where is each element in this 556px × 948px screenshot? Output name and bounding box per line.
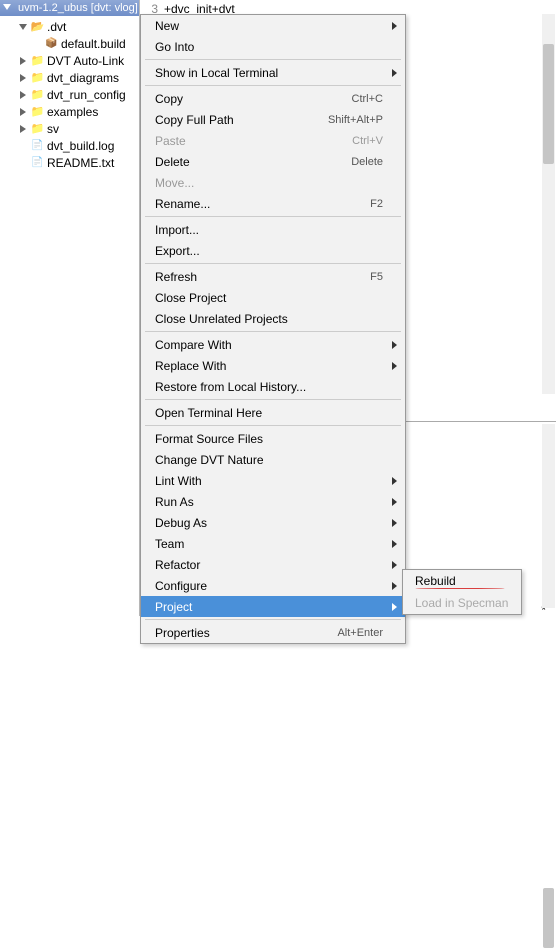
- tree-file-default-build[interactable]: default.build: [0, 35, 139, 52]
- menu-configure[interactable]: Configure: [141, 575, 405, 596]
- menu-separator: [145, 59, 401, 60]
- accelerator: F2: [370, 198, 383, 210]
- accelerator: F5: [370, 271, 383, 283]
- tree-label: sv: [47, 122, 59, 136]
- menu-separator: [145, 331, 401, 332]
- menu-refresh[interactable]: RefreshF5: [141, 266, 405, 287]
- accelerator: Delete: [351, 156, 383, 168]
- menu-change-dvt-nature[interactable]: Change DVT Nature: [141, 449, 405, 470]
- tree-file-readme[interactable]: README.txt: [0, 154, 139, 171]
- folder-icon: [30, 20, 45, 34]
- menu-properties[interactable]: PropertiesAlt+Enter: [141, 622, 405, 643]
- folder-icon: [30, 105, 45, 119]
- menu-close-unrelated[interactable]: Close Unrelated Projects: [141, 308, 405, 329]
- menu-restore-local-history[interactable]: Restore from Local History...: [141, 376, 405, 397]
- file-icon: [30, 139, 45, 153]
- accelerator: Alt+Enter: [337, 627, 383, 639]
- folder-icon: [30, 122, 45, 136]
- menu-move: Move...: [141, 172, 405, 193]
- menu-separator: [145, 425, 401, 426]
- menu-debug-as[interactable]: Debug As: [141, 512, 405, 533]
- submenu-rebuild[interactable]: Rebuild: [403, 570, 521, 592]
- project-header[interactable]: uvm-1.2_ubus [dvt: vlog]: [0, 0, 139, 16]
- tree-label: .dvt: [47, 20, 66, 34]
- menu-delete[interactable]: DeleteDelete: [141, 151, 405, 172]
- accelerator: Shift+Alt+P: [328, 114, 383, 126]
- menu-export[interactable]: Export...: [141, 240, 405, 261]
- menu-compare-with[interactable]: Compare With: [141, 334, 405, 355]
- build-icon: [44, 37, 59, 51]
- project-explorer[interactable]: uvm-1.2_ubus [dvt: vlog] .dvt default.bu…: [0, 0, 140, 616]
- menu-paste: PasteCtrl+V: [141, 130, 405, 151]
- submenu-load-specman: Load in Specman: [403, 592, 521, 614]
- folder-icon: [30, 71, 45, 85]
- menu-go-into[interactable]: Go Into: [141, 36, 405, 57]
- tree-folder-autolink[interactable]: DVT Auto-Link: [0, 52, 139, 69]
- menu-show-local-terminal[interactable]: Show in Local Terminal: [141, 62, 405, 83]
- menu-new[interactable]: New: [141, 15, 405, 36]
- menu-replace-with[interactable]: Replace With: [141, 355, 405, 376]
- menu-separator: [145, 619, 401, 620]
- tree-label: dvt_run_config: [47, 88, 126, 102]
- editor-scrollbar[interactable]: [542, 14, 555, 394]
- chevron-right-icon[interactable]: [18, 73, 28, 83]
- chevron-down-icon[interactable]: [18, 22, 28, 32]
- tree-folder-sv[interactable]: sv: [0, 120, 139, 137]
- tree-label: examples: [47, 105, 98, 119]
- menu-project[interactable]: Project: [141, 596, 405, 617]
- tree-label: DVT Auto-Link: [47, 54, 124, 68]
- project-tree: .dvt default.build DVT Auto-Link dvt_dia…: [0, 16, 139, 171]
- chevron-right-icon[interactable]: [18, 124, 28, 134]
- submenu-label: Load in Specman: [415, 596, 508, 610]
- scroll-thumb[interactable]: [543, 44, 554, 164]
- menu-separator: [145, 399, 401, 400]
- console-scrollbar[interactable]: [542, 424, 555, 608]
- tree-label: default.build: [61, 37, 126, 51]
- tree-label: dvt_build.log: [47, 139, 114, 153]
- menu-separator: [145, 216, 401, 217]
- menu-rename[interactable]: Rename...F2: [141, 193, 405, 214]
- menu-team[interactable]: Team: [141, 533, 405, 554]
- menu-separator: [145, 85, 401, 86]
- context-menu: New Go Into Show in Local Terminal CopyC…: [140, 14, 406, 644]
- folder-icon: [30, 88, 45, 102]
- folder-icon: [30, 54, 45, 68]
- tree-folder-examples[interactable]: examples: [0, 103, 139, 120]
- tree-folder-diagrams[interactable]: dvt_diagrams: [0, 69, 139, 86]
- menu-import[interactable]: Import...: [141, 219, 405, 240]
- menu-separator: [145, 263, 401, 264]
- menu-refactor[interactable]: Refactor: [141, 554, 405, 575]
- scroll-thumb[interactable]: [543, 888, 554, 948]
- submenu-label: Rebuild: [415, 574, 456, 588]
- accelerator: Ctrl+V: [352, 135, 383, 147]
- file-icon: [30, 156, 45, 170]
- chevron-down-icon: [3, 4, 11, 10]
- tree-label: dvt_diagrams: [47, 71, 119, 85]
- menu-open-terminal[interactable]: Open Terminal Here: [141, 402, 405, 423]
- tree-folder-runconfig[interactable]: dvt_run_config: [0, 86, 139, 103]
- menu-format-source[interactable]: Format Source Files: [141, 428, 405, 449]
- tree-label: README.txt: [47, 156, 114, 170]
- project-name: uvm-1.2_ubus [dvt: vlog]: [18, 2, 138, 14]
- accelerator: Ctrl+C: [352, 93, 383, 105]
- menu-lint-with[interactable]: Lint With: [141, 470, 405, 491]
- tree-file-buildlog[interactable]: dvt_build.log: [0, 137, 139, 154]
- project-submenu: Rebuild Load in Specman: [402, 569, 522, 615]
- menu-copy[interactable]: CopyCtrl+C: [141, 88, 405, 109]
- tree-folder-dvt[interactable]: .dvt: [0, 18, 139, 35]
- menu-close-project[interactable]: Close Project: [141, 287, 405, 308]
- menu-run-as[interactable]: Run As: [141, 491, 405, 512]
- chevron-right-icon[interactable]: [18, 56, 28, 66]
- chevron-right-icon[interactable]: [18, 107, 28, 117]
- menu-copy-full-path[interactable]: Copy Full PathShift+Alt+P: [141, 109, 405, 130]
- chevron-right-icon[interactable]: [18, 90, 28, 100]
